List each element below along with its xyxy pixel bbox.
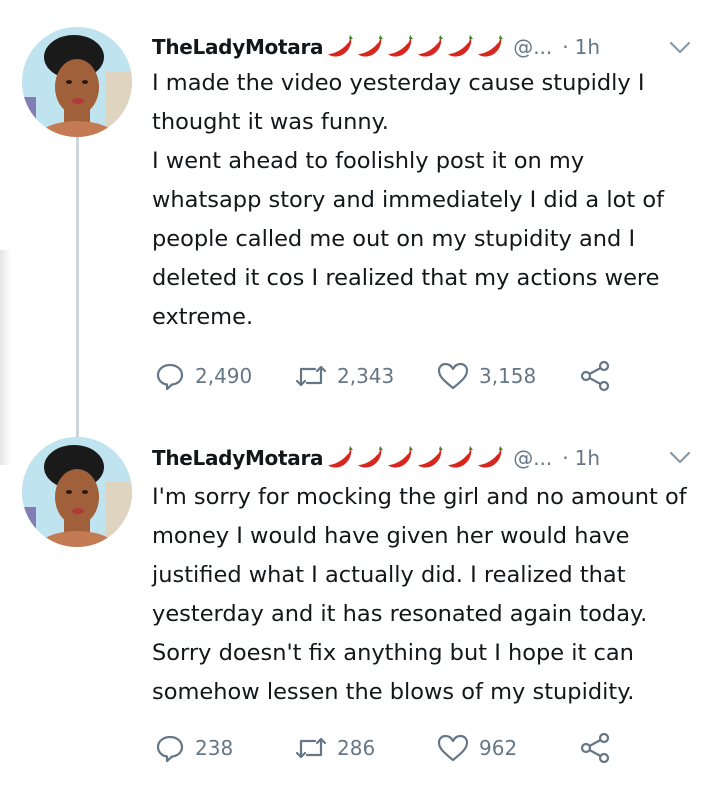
- retweet-count: 2,343: [337, 364, 395, 388]
- tweet-text-line: deleted it cos I realized that my action…: [152, 265, 660, 291]
- retweet-count: 286: [337, 736, 376, 760]
- share-icon: [580, 360, 610, 392]
- hot-pepper-emoji: [448, 446, 474, 468]
- reply-icon: [156, 735, 184, 763]
- tweet-text-line: I made the video yesterday cause stupidl…: [152, 70, 645, 96]
- separator-dot: ·: [562, 446, 569, 470]
- hot-pepper-emoji: [448, 35, 474, 57]
- tweet-text-line: money I would have given her would have: [152, 523, 630, 549]
- hot-pepper-emoji: [418, 446, 444, 468]
- tweet-text: I made the video yesterday cause stupidl…: [152, 64, 712, 337]
- reply-button[interactable]: 2,490: [155, 360, 252, 392]
- tweet-text-line: whatsapp story and immediately I did a l…: [152, 187, 665, 213]
- hot-pepper-emoji: [388, 35, 414, 57]
- hot-pepper-emoji: [328, 446, 354, 468]
- thread-connector-line: [76, 137, 79, 437]
- author-name[interactable]: TheLadyMotara: [152, 446, 324, 470]
- tweet-text-line: Sorry doesn't fix anything but I hope it…: [152, 640, 634, 666]
- share-button[interactable]: [579, 360, 611, 392]
- author-handle[interactable]: @...: [513, 35, 552, 59]
- edge-shadow: [0, 250, 12, 465]
- emoji-row: [325, 445, 505, 471]
- hot-pepper-emoji: [358, 446, 384, 468]
- avatar[interactable]: [22, 437, 132, 547]
- hot-pepper-emoji: [418, 35, 444, 57]
- tweet-text-line: thought it was funny.: [152, 109, 389, 135]
- reply-count: 2,490: [195, 364, 253, 388]
- tweet-text-line: I'm sorry for mocking the girl and no am…: [152, 484, 687, 510]
- like-count: 962: [479, 736, 518, 760]
- tweet-text-line: somehow lessen the blows of my stupidity…: [152, 679, 635, 705]
- like-button[interactable]: 962: [437, 732, 517, 764]
- tweet-header: TheLadyMotara @... · 1h: [152, 443, 600, 473]
- avatar[interactable]: [22, 27, 132, 137]
- retweet-icon: [295, 365, 327, 387]
- timestamp[interactable]: 1h: [575, 35, 600, 59]
- tweet-header: TheLadyMotara @... · 1h: [152, 32, 600, 62]
- hot-pepper-emoji: [478, 446, 504, 468]
- timestamp[interactable]: 1h: [575, 446, 600, 470]
- tweet-text: I'm sorry for mocking the girl and no am…: [152, 478, 712, 712]
- hot-pepper-emoji: [328, 35, 354, 57]
- author-handle[interactable]: @...: [513, 446, 552, 470]
- hot-pepper-emoji: [478, 35, 504, 57]
- author-name[interactable]: TheLadyMotara: [152, 35, 324, 59]
- tweet-text-line: extreme.: [152, 304, 254, 330]
- tweet-text-line: people called me out on my stupidity and…: [152, 226, 636, 252]
- reply-count: 238: [195, 736, 234, 760]
- retweet-icon: [295, 737, 327, 759]
- like-icon: [437, 362, 469, 390]
- hot-pepper-emoji: [388, 446, 414, 468]
- emoji-row: [325, 34, 505, 60]
- separator-dot: ·: [562, 35, 569, 59]
- chevron-down-icon[interactable]: [668, 40, 692, 56]
- tweet-text-line: I went ahead to foolishly post it on my: [152, 148, 585, 174]
- like-button[interactable]: 3,158: [437, 360, 536, 392]
- share-button[interactable]: [579, 732, 611, 764]
- retweet-button[interactable]: 2,343: [295, 360, 394, 392]
- share-icon: [580, 732, 610, 764]
- like-icon: [437, 734, 469, 762]
- reply-icon: [156, 363, 184, 391]
- tweet-text-line: justified what I actually did. I realize…: [152, 562, 626, 588]
- like-count: 3,158: [479, 364, 537, 388]
- hot-pepper-emoji: [358, 35, 384, 57]
- retweet-button[interactable]: 286: [295, 732, 375, 764]
- chevron-down-icon[interactable]: [668, 450, 692, 466]
- reply-button[interactable]: 238: [155, 732, 233, 764]
- tweet-text-line: yesterday and it has resonated again tod…: [152, 601, 648, 627]
